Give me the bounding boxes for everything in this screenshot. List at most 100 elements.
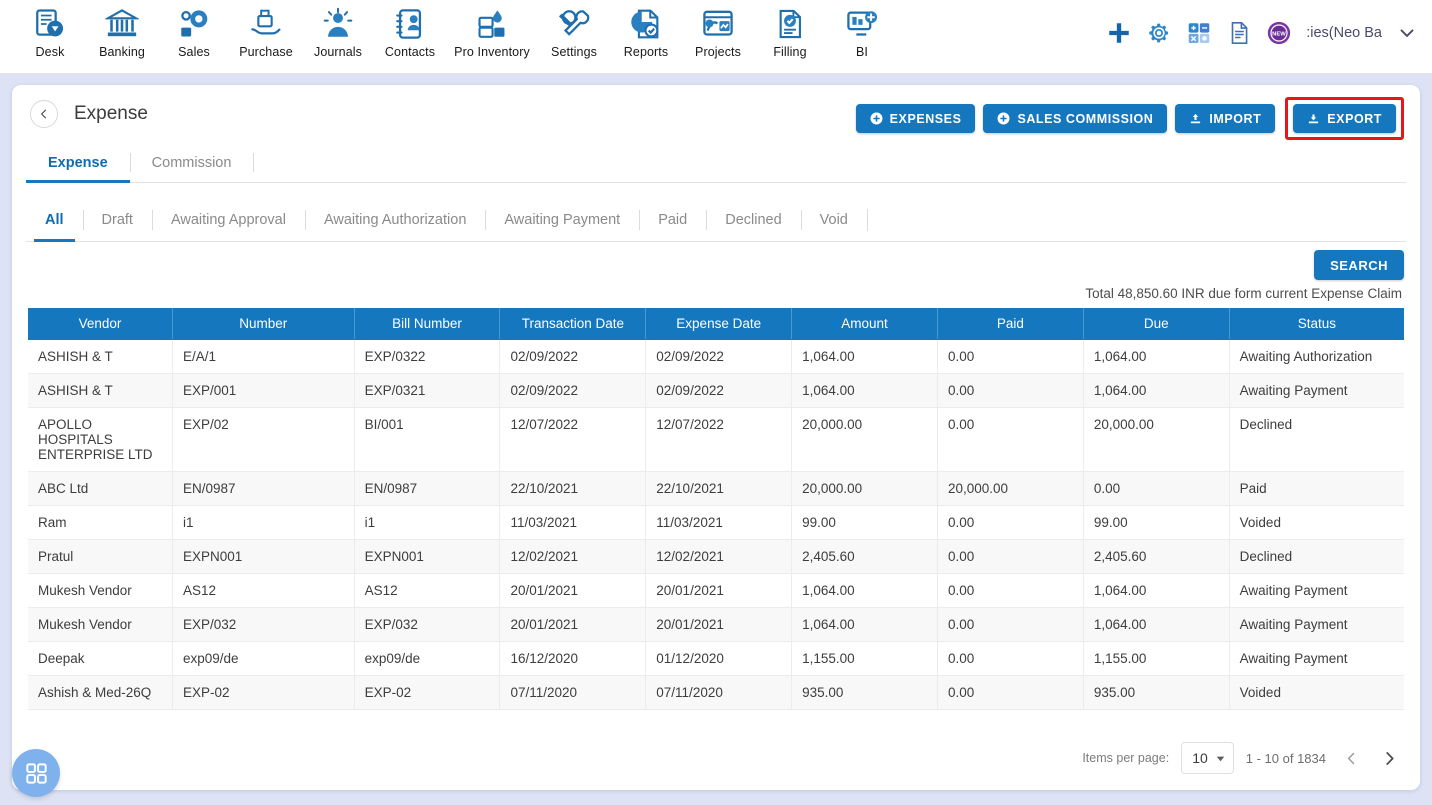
import-button[interactable]: IMPORT — [1175, 104, 1276, 133]
cell-vendor[interactable]: Deepak — [28, 641, 173, 676]
settings-icon — [558, 10, 590, 36]
cell-bill-number: BI/001 — [354, 407, 501, 472]
svg-text:NEW: NEW — [1272, 31, 1286, 37]
cell-expense-date: 11/03/2021 — [645, 505, 793, 540]
table-row[interactable]: ABC Ltd EN/0987 EN/0987 22/10/2021 22/10/202… — [28, 471, 1404, 506]
cell-number[interactable]: EXP-02 — [172, 675, 355, 710]
nav-item-purchase[interactable]: Purchase — [230, 5, 302, 59]
chevron-down-icon[interactable] — [1396, 22, 1418, 44]
calculator-icon[interactable] — [1186, 20, 1212, 46]
cell-vendor[interactable]: Mukesh Vendor — [28, 607, 173, 642]
pagination-range: 1 - 10 of 1834 — [1245, 750, 1326, 766]
cell-vendor[interactable]: ASHISH & T — [28, 339, 173, 374]
cell-number[interactable]: EXP/032 — [172, 607, 355, 642]
cell-vendor[interactable]: Mukesh Vendor — [28, 573, 173, 608]
filter-tab-awaiting-authorization[interactable]: Awaiting Authorization — [304, 199, 485, 241]
filter-tab-draft[interactable]: Draft — [82, 199, 152, 241]
tab-expense[interactable]: Expense — [26, 143, 130, 183]
cell-transaction-date: 22/10/2021 — [499, 471, 647, 506]
table-row[interactable]: Deepak exp09/de exp09/de 16/12/2020 01/12/20… — [28, 641, 1404, 676]
cell-vendor[interactable]: Ram — [28, 505, 173, 540]
cell-paid: 0.00 — [937, 407, 1084, 472]
expenses-button-label: EXPENSES — [889, 111, 962, 126]
cell-number[interactable]: exp09/de — [172, 641, 355, 676]
sales-commission-button[interactable]: SALES COMMISSION — [983, 104, 1168, 133]
desk-icon — [36, 9, 64, 37]
nav-item-projects[interactable]: Projects — [682, 5, 754, 59]
nav-item-sales[interactable]: Sales — [158, 5, 230, 59]
table-row[interactable]: Ram i1 i1 11/03/2021 11/03/2021 99.00 0.00 99.0… — [28, 505, 1404, 540]
search-button[interactable]: SEARCH — [1314, 250, 1404, 280]
tab-commission[interactable]: Commission — [129, 143, 254, 182]
account-name[interactable]: :ies(Neo Ba — [1306, 25, 1382, 41]
filter-tab-paid[interactable]: Paid — [639, 199, 706, 241]
back-button[interactable] — [30, 100, 58, 128]
table-row[interactable]: Mukesh Vendor EXP/032 EXP/032 20/01/2021 20/… — [28, 607, 1404, 642]
column-header-transaction-date[interactable]: Transaction Date — [499, 308, 647, 340]
cell-number[interactable]: AS12 — [172, 573, 355, 608]
table-row[interactable]: APOLLO HOSPITALS ENTERPRISE LTD EXP/02 BI/… — [28, 407, 1404, 472]
filter-tab-declined[interactable]: Declined — [706, 199, 800, 241]
filter-tab-all[interactable]: All — [26, 199, 83, 242]
table-row[interactable]: ASHISH & T EXP/001 EXP/0321 02/09/2022 02/09… — [28, 373, 1404, 408]
export-button[interactable]: EXPORT — [1293, 104, 1396, 133]
nav-item-reports[interactable]: Reports — [610, 5, 682, 59]
nav-item-pro-inventory[interactable]: Pro Inventory — [446, 5, 538, 59]
cell-transaction-date: 02/09/2022 — [499, 339, 647, 374]
column-header-status[interactable]: Status — [1229, 308, 1404, 340]
table-row[interactable]: ASHISH & T E/A/1 EXP/0322 02/09/2022 02/09/2… — [28, 339, 1404, 374]
filter-tab-void[interactable]: Void — [800, 199, 867, 241]
nav-item-settings[interactable]: Settings — [538, 5, 610, 59]
nav-item-banking[interactable]: Banking — [86, 5, 158, 59]
expense-table: Vendor Number Bill Number Transaction Date E… — [28, 308, 1404, 710]
chevron-left-icon — [1347, 752, 1354, 764]
cell-vendor[interactable]: APOLLO HOSPITALS ENTERPRISE LTD — [28, 407, 173, 472]
inventory-icon — [478, 10, 505, 38]
plus-icon[interactable] — [1106, 20, 1132, 46]
cell-number[interactable]: EN/0987 — [172, 471, 355, 506]
cell-expense-date: 01/12/2020 — [645, 641, 793, 676]
cell-paid: 0.00 — [937, 573, 1084, 608]
total-due-note: Total 48,850.60 INR due form current Exp… — [1085, 286, 1402, 301]
cell-vendor[interactable]: Ashish & Med-26Q — [28, 675, 173, 710]
nav-item-desk[interactable]: Desk — [14, 5, 86, 59]
cell-transaction-date: 12/02/2021 — [499, 539, 647, 574]
table-row[interactable]: Ashish & Med-26Q EXP-02 EXP-02 07/11/2020 07… — [28, 675, 1404, 710]
cell-number[interactable]: E/A/1 — [172, 339, 355, 374]
export-button-label: EXPORT — [1327, 111, 1382, 126]
nav-item-journals[interactable]: Journals — [302, 5, 374, 59]
document-icon[interactable] — [1226, 20, 1252, 46]
column-header-number[interactable]: Number — [172, 308, 355, 340]
new-badge-icon[interactable]: NEW — [1266, 20, 1292, 46]
nav-item-filling[interactable]: Filling — [754, 5, 826, 59]
cell-vendor[interactable]: Pratul — [28, 539, 173, 574]
apps-fab-button[interactable] — [12, 749, 60, 797]
column-header-due[interactable]: Due — [1083, 308, 1230, 340]
filter-tab-awaiting-payment[interactable]: Awaiting Payment — [485, 199, 639, 241]
nav-item-bi[interactable]: BI — [826, 5, 898, 59]
cell-number[interactable]: i1 — [172, 505, 355, 540]
column-header-vendor[interactable]: Vendor — [28, 308, 173, 340]
cell-number[interactable]: EXP/02 — [172, 407, 355, 472]
column-header-paid[interactable]: Paid — [937, 308, 1084, 340]
cell-status: Awaiting Payment — [1229, 641, 1404, 676]
cell-vendor[interactable]: ABC Ltd — [28, 471, 173, 506]
table-row[interactable]: Mukesh Vendor AS12 AS12 20/01/2021 20/01/202… — [28, 573, 1404, 608]
items-per-page-select[interactable]: 10 — [1181, 742, 1234, 774]
expenses-button[interactable]: EXPENSES — [855, 104, 976, 133]
cell-number[interactable]: EXPN001 — [172, 539, 355, 574]
cell-number[interactable]: EXP/001 — [172, 373, 355, 408]
reports-icon — [631, 9, 659, 39]
nav-item-contacts[interactable]: Contacts — [374, 5, 446, 59]
table-row[interactable]: Pratul EXPN001 EXPN001 12/02/2021 12/02/2021… — [28, 539, 1404, 574]
next-page-button[interactable] — [1376, 745, 1402, 771]
column-header-amount[interactable]: Amount — [791, 308, 938, 340]
search-row: SEARCH Total 48,850.60 INR due form curr… — [28, 242, 1404, 308]
gear-icon[interactable] — [1146, 20, 1172, 46]
previous-page-button[interactable] — [1338, 745, 1364, 771]
cell-vendor[interactable]: ASHISH & T — [28, 373, 173, 408]
column-header-bill-number[interactable]: Bill Number — [354, 308, 501, 340]
filter-tab-awaiting-approval[interactable]: Awaiting Approval — [151, 199, 305, 241]
column-header-expense-date[interactable]: Expense Date — [645, 308, 793, 340]
cell-status: Paid — [1229, 471, 1404, 506]
